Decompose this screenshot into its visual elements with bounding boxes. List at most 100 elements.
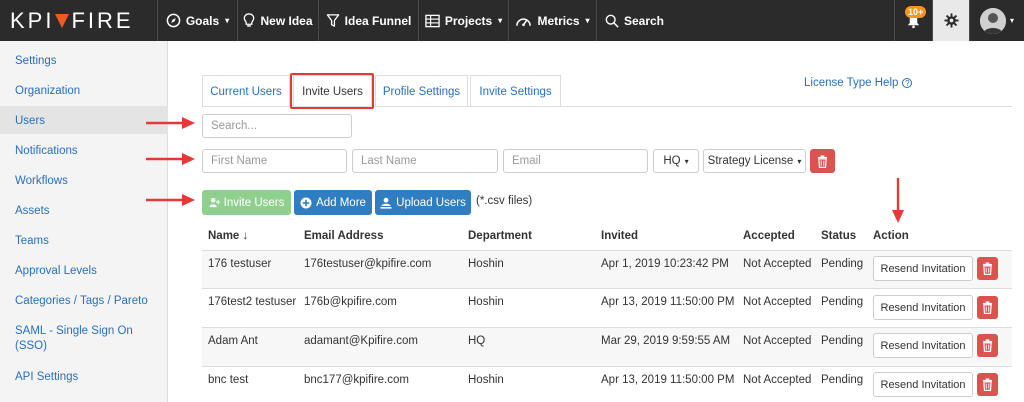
speedometer-icon — [516, 17, 532, 26]
trash-icon — [982, 262, 993, 275]
nav-idea-funnel[interactable]: Idea Funnel — [318, 0, 418, 41]
sidebar-item-saml-sso[interactable]: SAML - Single Sign On (SSO) — [0, 324, 150, 354]
trash-icon — [982, 339, 993, 352]
upload-users-button[interactable]: Upload Users — [375, 190, 471, 215]
department-value: HQ — [663, 155, 681, 167]
nav-search-label: Search — [623, 13, 665, 28]
cell-department: Hoshin — [468, 258, 504, 270]
license-value: Strategy License — [707, 155, 794, 167]
cell-email: adamant@Kpifire.com — [304, 335, 418, 347]
sidebar-item-approval-levels[interactable]: Approval Levels — [0, 264, 168, 279]
delete-invite-button[interactable] — [977, 296, 998, 319]
tab-highlight-annotation — [290, 73, 374, 109]
kpifire-logo[interactable]: KPI FIRE — [10, 0, 156, 41]
nav-metrics[interactable]: Metrics ▾ — [508, 0, 596, 41]
logo-text-left: KPI — [10, 7, 55, 33]
cell-accepted: Not Accepted — [743, 374, 812, 386]
cell-name: 176test2 testuser — [208, 296, 297, 308]
sidebar-item-teams[interactable]: Teams — [0, 234, 168, 249]
delete-invite-button[interactable] — [977, 257, 998, 280]
department-dropdown[interactable]: HQ ▾ — [653, 149, 699, 173]
resend-invitation-button[interactable]: Resend Invitation — [873, 295, 973, 320]
sidebar-item-organization[interactable]: Organization — [0, 84, 168, 99]
lightbulb-icon — [244, 13, 255, 27]
trash-icon — [982, 301, 993, 314]
last-name-field[interactable] — [352, 149, 498, 173]
cell-status: Pending — [821, 296, 864, 308]
email-field[interactable] — [503, 149, 648, 173]
sidebar-item-categories[interactable]: Categories / Tags / Pareto — [0, 294, 168, 309]
delete-invite-button[interactable] — [977, 373, 998, 396]
user-plus-icon — [209, 197, 220, 208]
sidebar-item-workflows[interactable]: Workflows — [0, 174, 168, 189]
cell-accepted: Not Accepted — [743, 296, 812, 308]
nav-idea-funnel-label: Idea Funnel — [344, 13, 412, 28]
chevron-down-icon: ▾ — [1009, 16, 1014, 25]
sidebar-item-users[interactable]: Users — [0, 106, 168, 134]
avatar — [979, 7, 1006, 34]
tab-invite-settings[interactable]: Invite Settings — [470, 75, 561, 107]
invite-users-button[interactable]: Invite Users — [202, 190, 291, 215]
add-more-button[interactable]: Add More — [294, 190, 372, 215]
question-circle-icon: ? — [902, 78, 913, 88]
resend-invitation-button[interactable]: Resend Invitation — [873, 333, 973, 358]
trash-icon — [982, 378, 993, 391]
nav-goals[interactable]: Goals ▾ — [157, 0, 237, 41]
upload-user-icon — [380, 197, 392, 209]
cell-name: bnc test — [208, 374, 249, 386]
cell-email: 176testuser@kpifire.com — [304, 258, 432, 270]
cell-name: Adam Ant — [208, 335, 258, 347]
nav-new-idea[interactable]: New Idea — [237, 0, 318, 41]
license-dropdown[interactable]: Strategy License ▾ — [703, 149, 806, 173]
cell-department: Hoshin — [468, 374, 504, 386]
first-name-field[interactable] — [202, 149, 347, 173]
settings-button[interactable] — [932, 0, 969, 41]
tab-profile-settings[interactable]: Profile Settings — [375, 75, 468, 107]
search-icon — [605, 14, 619, 28]
sidebar-item-api-settings[interactable]: API Settings — [0, 370, 168, 385]
logo-text-right: FIRE — [71, 7, 134, 33]
delete-invite-button[interactable] — [977, 334, 998, 357]
invite-users-label: Invite Users — [223, 196, 285, 209]
nav-projects[interactable]: Projects ▾ — [418, 0, 508, 41]
notification-count-badge: 10+ — [905, 6, 927, 18]
projects-icon — [425, 14, 440, 27]
cell-invited: Apr 13, 2019 11:50:00 PM — [601, 296, 735, 308]
tab-current-users[interactable]: Current Users — [202, 75, 290, 107]
gear-icon — [943, 13, 959, 28]
license-type-help-link[interactable]: License Type Help ? — [804, 77, 913, 89]
arrow-annotation-form — [146, 153, 195, 165]
chevron-down-icon: ▾ — [225, 16, 230, 25]
column-header-department: Department — [468, 230, 532, 242]
nav-new-idea-label: New Idea — [260, 13, 313, 28]
chevron-down-icon: ▾ — [797, 156, 802, 166]
cell-name: 176 testuser — [208, 258, 272, 270]
cell-department: Hoshin — [468, 296, 504, 308]
resend-invitation-button[interactable]: Resend Invitation — [873, 372, 973, 397]
user-menu[interactable]: ▾ — [969, 0, 1024, 41]
compass-icon — [166, 13, 181, 28]
cell-invited: Apr 1, 2019 10:23:42 PM — [601, 258, 729, 270]
resend-invitation-button[interactable]: Resend Invitation — [873, 256, 973, 281]
search-input[interactable] — [202, 114, 352, 138]
nav-projects-label: Projects — [444, 13, 493, 28]
sidebar-item-settings[interactable]: Settings — [0, 54, 168, 69]
top-navbar: KPI FIRE Goals ▾ New Idea Idea Funnel Pr — [0, 0, 1024, 41]
cell-email: bnc177@kpifire.com — [304, 374, 409, 386]
cell-email: 176b@kpifire.com — [304, 296, 397, 308]
notifications-button[interactable]: 10+ — [894, 0, 932, 41]
license-help-label: License Type Help — [804, 77, 899, 89]
nav-search[interactable]: Search — [596, 0, 672, 41]
user-photo-icon — [979, 7, 1006, 34]
sidebar-item-notifications[interactable]: Notifications — [0, 144, 168, 159]
column-header-action: Action — [873, 230, 909, 242]
cell-accepted: Not Accepted — [743, 335, 812, 347]
cell-invited: Mar 29, 2019 9:59:55 AM — [601, 335, 731, 347]
chevron-down-icon: ▾ — [684, 156, 689, 166]
chevron-down-icon: ▾ — [498, 16, 503, 25]
column-header-name[interactable]: Name ↓ — [208, 230, 248, 242]
remove-row-button[interactable] — [810, 149, 835, 173]
csv-files-note: (*.csv files) — [476, 195, 533, 207]
sidebar-item-assets[interactable]: Assets — [0, 204, 168, 219]
cell-status: Pending — [821, 374, 864, 386]
